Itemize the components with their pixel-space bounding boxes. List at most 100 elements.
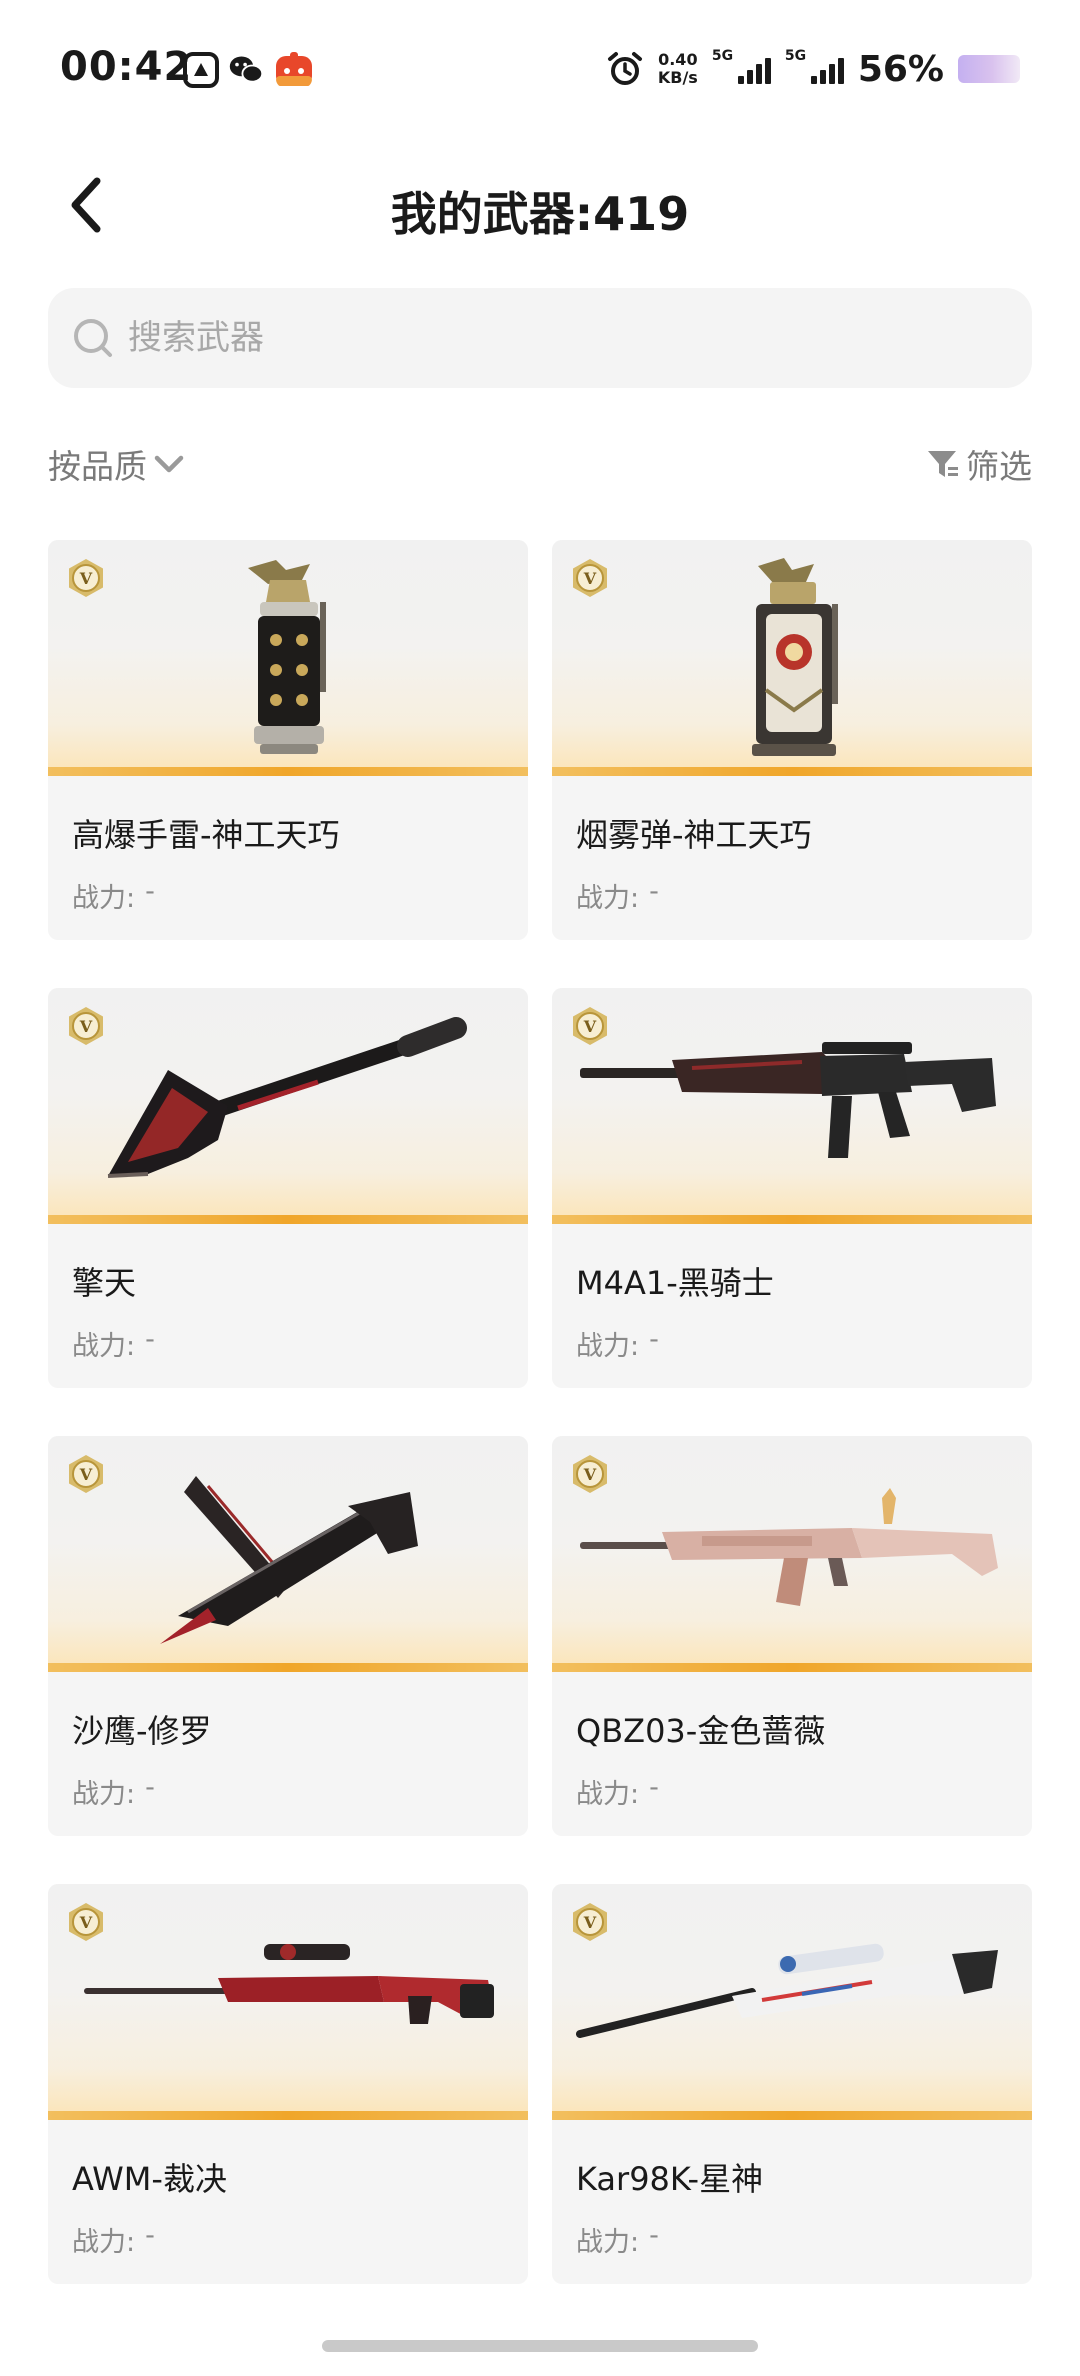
weapon-card[interactable]: V QBZ03-金色蔷薇 战力: -: [552, 1436, 1032, 1836]
quality-badge-icon: V: [573, 1903, 607, 1941]
badge-letter: V: [583, 1913, 597, 1932]
grenade-icon: [248, 560, 326, 754]
weapon-power: 战力: -: [576, 2220, 659, 2259]
weapon-card[interactable]: V 烟雾弹-神工天巧 战力: -: [552, 540, 1032, 940]
weapon-power-label: 战力:: [72, 1779, 136, 1810]
weapon-image-area: V: [552, 988, 1032, 1224]
smoke-grenade-icon: [752, 558, 838, 756]
weapon-card[interactable]: V 沙鹰-修罗 战力: -: [48, 1436, 528, 1836]
battery-percent: 56%: [857, 48, 944, 90]
badge-letter: V: [79, 1465, 93, 1484]
weapon-image-area: V: [552, 1884, 1032, 2120]
network-speed-unit: KB/s: [657, 68, 698, 87]
weapon-power-label: 战力:: [576, 2227, 640, 2258]
quality-badge-icon: V: [69, 559, 103, 597]
status-indicators: 0.40 KB/s 5G 5G 56%: [606, 44, 1020, 94]
weapon-power: 战力: -: [72, 876, 155, 915]
quality-badge-icon: V: [69, 1903, 103, 1941]
weapon-name: 烟雾弹-神工天巧: [576, 816, 812, 854]
weapon-power-value: -: [145, 1772, 155, 1803]
sort-by-quality-dropdown[interactable]: 按品质: [48, 436, 187, 492]
badge-letter: V: [79, 1017, 93, 1036]
weapon-card[interactable]: V 擎天 战力: -: [48, 988, 528, 1388]
alarm-icon: [607, 52, 642, 85]
weapon-image-area: V: [552, 540, 1032, 776]
weapon-power: 战力: -: [576, 1324, 659, 1363]
battery-icon: [958, 55, 1020, 83]
weapon-power: 战力: -: [72, 1772, 155, 1811]
sim1-signal-icon: 5G: [712, 48, 771, 84]
status-bar: 00:42 0.40 KB/s 5G 5G 56%: [0, 0, 1080, 140]
search-input[interactable]: [128, 318, 928, 358]
sniper-rifle-red-icon: [84, 1944, 494, 2024]
weapon-name: 高爆手雷-神工天巧: [72, 816, 340, 854]
weapon-power-label: 战力:: [576, 883, 640, 914]
weapon-image-area: V: [48, 1436, 528, 1672]
badge-letter: V: [79, 1913, 93, 1932]
quality-badge-icon: V: [69, 1455, 103, 1493]
weapon-name: M4A1-黑骑士: [576, 1264, 774, 1302]
assault-rifle-icon: [580, 1042, 996, 1158]
weapon-name: 擎天: [72, 1264, 137, 1302]
search-bar[interactable]: [48, 288, 1032, 388]
badge-letter: V: [79, 569, 93, 588]
search-icon: [74, 319, 112, 357]
weapon-power-label: 战力:: [576, 1779, 640, 1810]
weapon-name: AWM-裁决: [72, 2160, 227, 2198]
weapon-power-value: -: [649, 1772, 659, 1803]
weapon-power-value: -: [649, 1324, 659, 1355]
sim2-type: 5G: [784, 48, 807, 64]
weapon-card[interactable]: V Kar98K-星神 战力: -: [552, 1884, 1032, 2284]
page-title: 我的武器:419: [390, 187, 690, 241]
weapon-power-value: -: [649, 2220, 659, 2251]
weapon-power-value: -: [145, 2220, 155, 2251]
weapon-image-area: V: [48, 1884, 528, 2120]
network-speed: 0.40 KB/s: [658, 51, 698, 87]
badge-letter: V: [583, 1465, 597, 1484]
sniper-rifle-white-icon: [576, 1943, 998, 2038]
weapon-image-area: V: [552, 1436, 1032, 1672]
game-app-icon: [276, 52, 312, 86]
weapon-power: 战力: -: [72, 1324, 155, 1363]
wechat-icon: [229, 56, 264, 83]
weapon-card[interactable]: V AWM-裁决 战力: -: [48, 1884, 528, 2284]
weapon-name: 沙鹰-修罗: [72, 1712, 212, 1750]
quality-badge-icon: V: [573, 1007, 607, 1045]
weapon-power-label: 战力:: [72, 1331, 136, 1362]
quality-badge-icon: V: [573, 1455, 607, 1493]
weapon-name: QBZ03-金色蔷薇: [576, 1712, 826, 1750]
weapon-power-label: 战力:: [576, 1331, 640, 1362]
weapon-name: Kar98K-星神: [576, 2160, 764, 2198]
sort-label: 按品质: [48, 447, 147, 486]
weapon-power-label: 战力:: [72, 2227, 136, 2258]
weapon-power-value: -: [145, 1324, 155, 1355]
weapon-image-area: V: [48, 988, 528, 1224]
filter-icon: [928, 451, 958, 477]
app-notification-icon: [183, 52, 219, 88]
sim2-signal-icon: 5G: [785, 48, 844, 84]
badge-letter: V: [583, 1017, 597, 1036]
filter-label: 筛选: [966, 447, 1032, 486]
pistol-blade-icon: [160, 1476, 418, 1644]
sim1-type: 5G: [711, 48, 734, 64]
weapon-power-label: 战力:: [72, 883, 136, 914]
filter-button[interactable]: 筛选: [926, 436, 1032, 492]
shovel-melee-icon: [107, 1017, 467, 1178]
weapon-card[interactable]: V 高爆手雷-神工天巧 战力: -: [48, 540, 528, 940]
home-indicator[interactable]: [322, 2340, 758, 2352]
chevron-down-icon: [154, 455, 184, 473]
weapon-power: 战力: -: [576, 876, 659, 915]
weapon-power: 战力: -: [72, 2220, 155, 2259]
weapon-power-value: -: [145, 876, 155, 907]
rose-gold-rifle-icon: [580, 1488, 998, 1606]
quality-badge-icon: V: [69, 1007, 103, 1045]
weapon-image-area: V: [48, 540, 528, 776]
page-header: 我的武器:419: [0, 150, 1080, 260]
weapon-power-value: -: [649, 876, 659, 907]
weapon-power: 战力: -: [576, 1772, 659, 1811]
network-speed-value: 0.40: [658, 50, 698, 69]
quality-badge-icon: V: [573, 559, 607, 597]
status-time: 00:42: [60, 44, 193, 90]
badge-letter: V: [583, 569, 597, 588]
weapon-card[interactable]: V M4A1-黑骑士 战力: -: [552, 988, 1032, 1388]
